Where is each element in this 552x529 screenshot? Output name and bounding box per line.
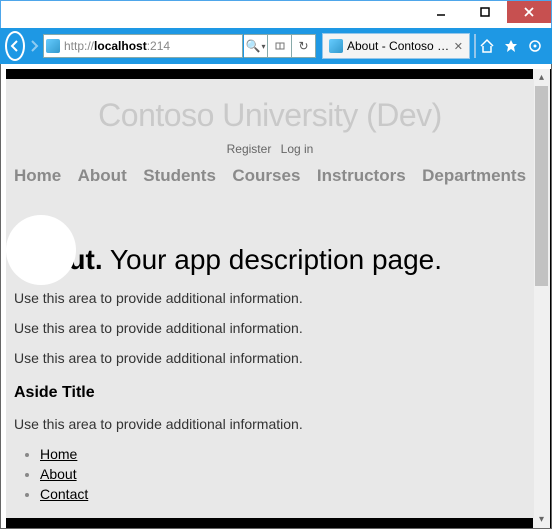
tab-favicon-icon (329, 39, 343, 53)
window-titlebar (0, 0, 552, 28)
list-item: Home (40, 446, 526, 462)
tools-icon[interactable] (526, 37, 544, 55)
tab-title: About - Contoso Univ... (347, 39, 450, 53)
scroll-thumb[interactable] (535, 86, 548, 286)
page-heading: About. Your app description page. (14, 244, 526, 276)
main-nav: Home About Students Courses Instructors … (6, 166, 534, 194)
home-icon[interactable] (478, 37, 496, 55)
register-link[interactable]: Register (227, 142, 272, 156)
aside-title: Aside Title (14, 384, 526, 402)
nav-departments[interactable]: Departments (422, 166, 526, 186)
nav-courses[interactable]: Courses (232, 166, 300, 186)
address-actions: 🔍▾ ↻ (244, 34, 316, 58)
address-bar[interactable]: http://localhost:214 (43, 34, 243, 58)
paragraph-1: Use this area to provide additional info… (14, 290, 526, 306)
link-home[interactable]: Home (40, 446, 77, 462)
refresh-icon: ↻ (298, 39, 308, 53)
aside-paragraph: Use this area to provide additional info… (14, 416, 526, 432)
dropdown-icon: ▾ (261, 42, 265, 51)
logo-placeholder (6, 215, 76, 285)
new-tab-button[interactable] (474, 34, 476, 58)
window-close-button[interactable] (507, 1, 551, 23)
link-about[interactable]: About (40, 466, 77, 482)
back-button[interactable] (5, 31, 25, 61)
url-rest: :214 (147, 39, 170, 53)
link-contact[interactable]: Contact (40, 486, 88, 502)
search-icon: 🔍 (246, 39, 261, 53)
page-favicon-icon (46, 39, 60, 53)
url-host: localhost (94, 39, 147, 53)
nav-about[interactable]: About (78, 166, 127, 186)
footer-links: Home About Contact (14, 446, 526, 502)
list-item: Contact (40, 486, 526, 502)
compat-button[interactable] (268, 34, 292, 58)
nav-students[interactable]: Students (143, 166, 216, 186)
window-minimize-button[interactable] (419, 1, 463, 23)
nav-home[interactable]: Home (14, 166, 61, 186)
browser-viewport: ▴ ▾ Contoso University (Dev) Register Lo… (0, 64, 552, 529)
paragraph-3: Use this area to provide additional info… (14, 350, 526, 366)
browser-toolbar: http://localhost:214 🔍▾ ↻ About - Contos… (0, 28, 552, 64)
forward-button[interactable] (27, 35, 41, 57)
page-content: Contoso University (Dev) Register Log in… (6, 79, 534, 518)
url-protocol: http:// (64, 39, 94, 53)
refresh-button[interactable]: ↻ (292, 34, 316, 58)
favorites-icon[interactable] (502, 37, 520, 55)
browser-tab[interactable]: About - Contoso Univ... ✕ (322, 33, 470, 59)
vertical-scrollbar[interactable]: ▴ ▾ (533, 69, 550, 528)
site-title: Contoso University (Dev) (6, 79, 534, 142)
heading-rest: Your app description page. (103, 244, 442, 275)
auth-links: Register Log in (6, 142, 534, 166)
paragraph-2: Use this area to provide additional info… (14, 320, 526, 336)
window-maximize-button[interactable] (463, 1, 507, 23)
tab-close-icon[interactable]: ✕ (454, 40, 463, 53)
search-button[interactable]: 🔍▾ (244, 34, 268, 58)
compat-icon (274, 40, 286, 52)
nav-instructors[interactable]: Instructors (317, 166, 406, 186)
login-link[interactable]: Log in (281, 142, 314, 156)
list-item: About (40, 466, 526, 482)
scroll-up-button[interactable]: ▴ (533, 69, 550, 86)
scroll-down-button[interactable]: ▾ (533, 511, 550, 528)
